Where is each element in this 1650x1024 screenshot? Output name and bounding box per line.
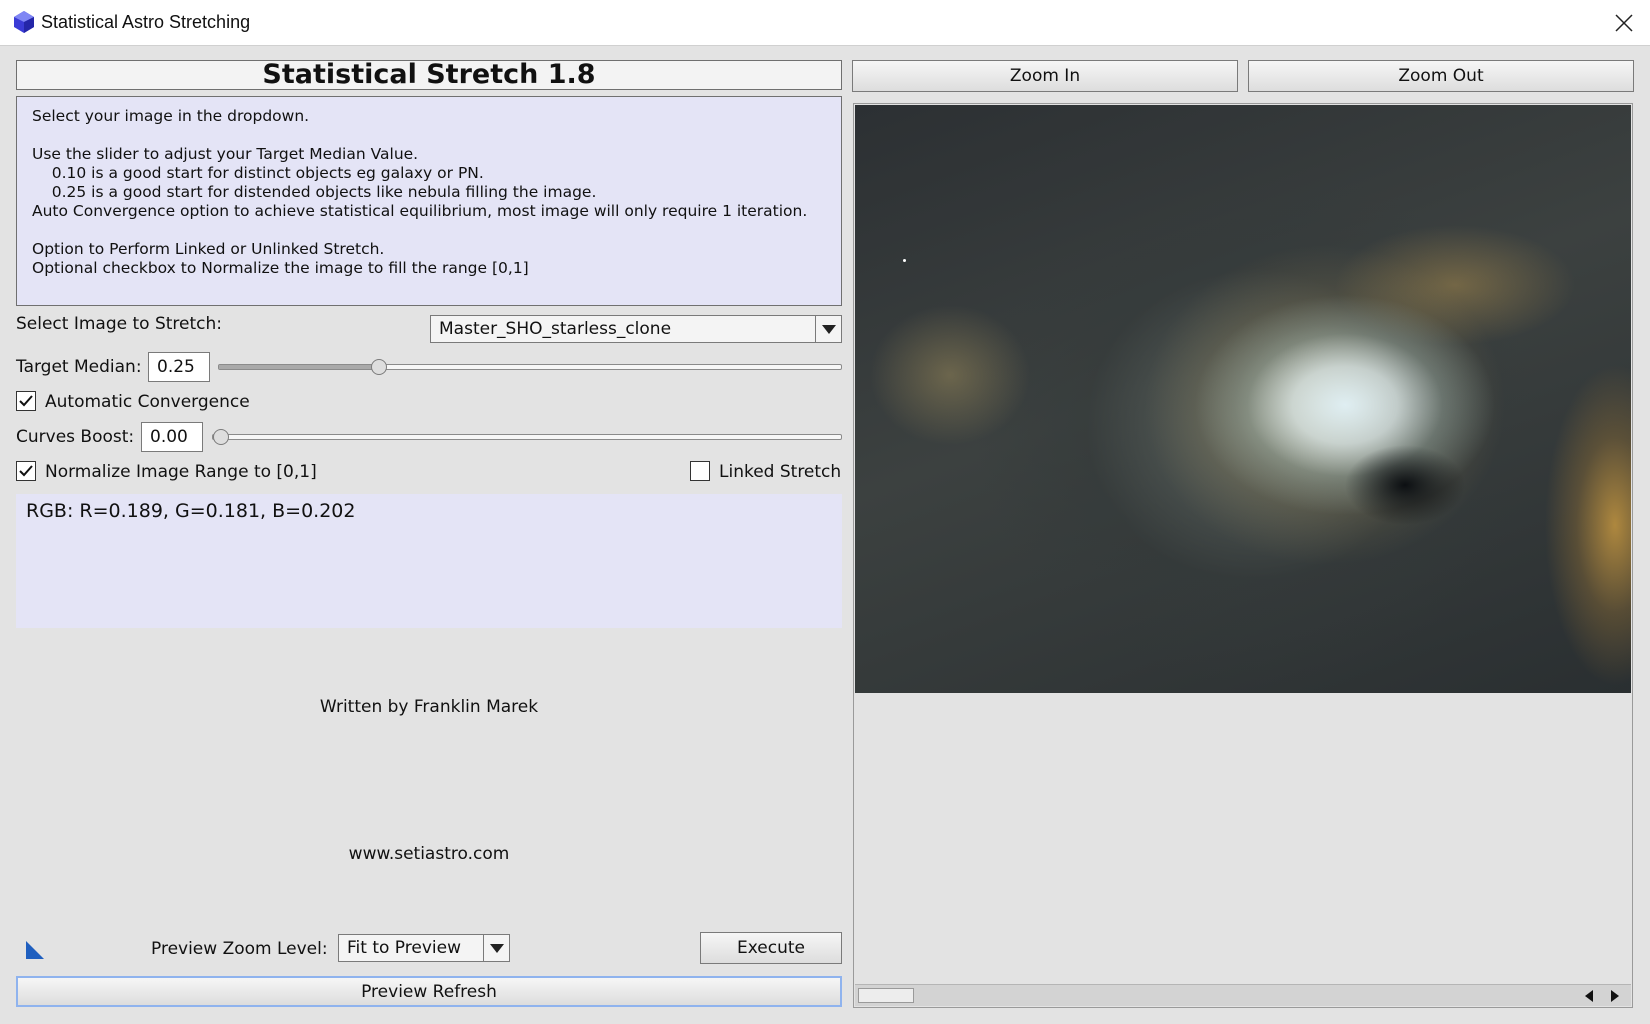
image-select-value: Master_SHO_starless_clone bbox=[439, 319, 672, 339]
linked-stretch-label: Linked Stretch bbox=[719, 462, 842, 482]
image-select-dropdown[interactable]: Master_SHO_starless_clone bbox=[430, 315, 842, 343]
close-window-button[interactable] bbox=[1604, 8, 1644, 38]
app-logo-icon bbox=[14, 11, 34, 33]
target-median-slider-handle[interactable] bbox=[371, 359, 387, 375]
chevron-down-icon bbox=[815, 316, 841, 342]
curves-boost-label: Curves Boost: bbox=[16, 427, 135, 447]
chevron-down-icon bbox=[483, 935, 509, 961]
title-bar: Statistical Astro Stretching bbox=[0, 0, 1650, 46]
target-median-input[interactable]: 0.25 bbox=[148, 352, 210, 382]
curves-boost-slider-handle[interactable] bbox=[213, 429, 229, 445]
scrollbar-thumb[interactable] bbox=[858, 988, 914, 1003]
auto-convergence-checkbox[interactable] bbox=[16, 391, 36, 411]
preview-zoom-value: Fit to Preview bbox=[347, 938, 461, 958]
target-median-label: Target Median: bbox=[16, 357, 142, 377]
window-title: Statistical Astro Stretching bbox=[41, 12, 251, 32]
preview-image[interactable] bbox=[855, 105, 1631, 693]
new-instance-icon[interactable] bbox=[26, 941, 44, 959]
website-link[interactable]: www.setiastro.com bbox=[16, 844, 842, 864]
preview-refresh-button[interactable]: Preview Refresh bbox=[16, 976, 842, 1007]
execute-button[interactable]: Execute bbox=[700, 932, 842, 964]
preview-zoom-dropdown[interactable]: Fit to Preview bbox=[338, 934, 510, 962]
normalize-checkbox[interactable] bbox=[16, 461, 36, 481]
zoom-in-button[interactable]: Zoom In bbox=[852, 60, 1238, 92]
script-title: Statistical Stretch 1.8 bbox=[16, 60, 842, 90]
zoom-out-button[interactable]: Zoom Out bbox=[1248, 60, 1634, 92]
rgb-readout: RGB: R=0.189, G=0.181, B=0.202 bbox=[16, 494, 842, 628]
normalize-label: Normalize Image Range to [0,1] bbox=[45, 462, 317, 482]
checkmark-icon bbox=[19, 395, 33, 407]
linked-stretch-checkbox[interactable] bbox=[690, 461, 710, 481]
checkmark-icon bbox=[19, 465, 33, 477]
image-select-label: Select Image to Stretch: bbox=[16, 314, 223, 334]
preview-zoom-label: Preview Zoom Level: bbox=[151, 939, 328, 959]
target-median-slider-fill bbox=[219, 365, 379, 369]
curves-boost-input[interactable]: 0.00 bbox=[141, 422, 203, 452]
scroll-right-arrow-icon[interactable] bbox=[1607, 989, 1621, 1003]
preview-star bbox=[903, 259, 906, 262]
preview-area[interactable] bbox=[853, 103, 1633, 1008]
close-icon bbox=[1615, 14, 1633, 32]
scroll-left-arrow-icon[interactable] bbox=[1583, 989, 1597, 1003]
auto-convergence-label: Automatic Convergence bbox=[45, 392, 250, 412]
horizontal-scrollbar[interactable] bbox=[855, 984, 1631, 1006]
author-credit: Written by Franklin Marek bbox=[319, 697, 539, 717]
instructions-text: Select your image in the dropdown. Use t… bbox=[16, 96, 842, 306]
target-median-slider[interactable] bbox=[218, 359, 842, 375]
curves-boost-slider[interactable] bbox=[212, 429, 842, 445]
